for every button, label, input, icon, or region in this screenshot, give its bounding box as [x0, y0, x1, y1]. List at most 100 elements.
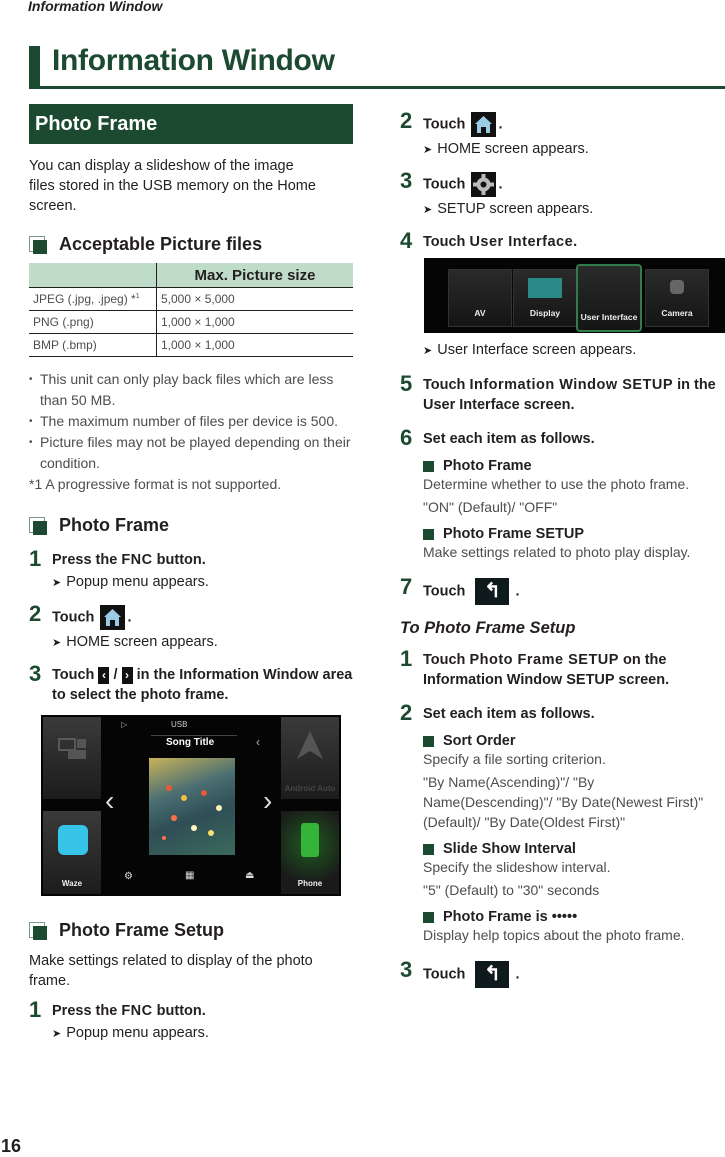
- back-icon[interactable]: ↰: [475, 578, 510, 605]
- setup-tile-user-interface[interactable]: User Interface: [576, 264, 642, 332]
- divider: [151, 735, 237, 736]
- bullet-square-icon: [423, 843, 434, 855]
- eject-icon[interactable]: ⏏: [245, 870, 254, 881]
- tile-apps[interactable]: [43, 717, 101, 799]
- step-number: 1: [400, 646, 413, 671]
- step-number: 3: [29, 661, 42, 686]
- title-accent-bar: [29, 46, 40, 86]
- format-cell: JPEG (.jpg, .jpeg) *1: [29, 287, 157, 311]
- result-arrow-icon: ➤: [423, 345, 433, 357]
- step-2: 2 Set each item as follows. Sort Order S…: [400, 700, 725, 945]
- info-window-setup-key-label: Information Window SETUP: [469, 377, 674, 393]
- next-arrow-icon[interactable]: ›: [121, 666, 133, 684]
- step-result: ➤ Popup menu appears.: [52, 574, 209, 590]
- setting-description: Determine whether to use the photo frame…: [423, 476, 690, 492]
- step-result: ➤ SETUP screen appears.: [423, 201, 594, 217]
- setting-item: Sort Order Specify a file sorting criter…: [423, 733, 725, 832]
- prev-arrow-button[interactable]: ‹: [105, 785, 114, 817]
- heading-text: Photo Frame Setup: [59, 920, 225, 940]
- tile-waze[interactable]: Waze: [43, 811, 101, 894]
- setting-options: "ON" (Default)/ "OFF": [423, 499, 558, 515]
- next-arrow-button[interactable]: ›: [263, 785, 272, 817]
- setting-options: "By Name(Ascending)"/ "By Name(Descendin…: [423, 774, 704, 830]
- source-label: USB: [171, 720, 188, 729]
- step-number: 2: [400, 108, 413, 133]
- setting-title: Photo Frame SETUP: [443, 526, 584, 542]
- app-grid-icon[interactable]: ▦: [185, 870, 194, 881]
- play-icon: ▷: [121, 720, 128, 729]
- tile-label: Android Auto: [284, 784, 336, 793]
- home-icon[interactable]: [471, 112, 497, 137]
- bullet-square-icon: [423, 460, 434, 472]
- prev-arrow-icon[interactable]: ‹: [98, 666, 110, 684]
- setting-options: "5" (Default) to "30" seconds: [423, 882, 600, 898]
- table-header-row: Max. Picture size: [29, 263, 353, 288]
- note-item: This unit can only play back files which…: [29, 369, 353, 411]
- setting-title: Photo Frame is •••••: [443, 909, 578, 925]
- section-square-icon: [29, 516, 47, 535]
- setup-tile-display[interactable]: Display: [513, 269, 577, 327]
- page-title: Information Window: [52, 44, 335, 77]
- tile-phone[interactable]: Phone: [281, 811, 339, 894]
- note-item: Picture files may not be played dependin…: [29, 432, 353, 474]
- step-number: 6: [400, 425, 413, 450]
- step-3: 3 Touch . ➤ SETUP screen appears.: [400, 168, 725, 220]
- setting-title: Sort Order: [443, 733, 516, 749]
- heading-text: Photo Frame: [59, 515, 170, 535]
- heading-photo-frame: Photo Frame: [29, 515, 353, 536]
- step-number: 1: [29, 997, 42, 1022]
- format-cell: BMP (.bmp): [29, 333, 157, 357]
- step-1: 1 Press the FNC button. ➤ Popup menu appe…: [29, 546, 353, 593]
- intro-text: You can display a slideshow of the image…: [29, 158, 316, 214]
- settings-gear-icon[interactable]: ⚙: [124, 871, 133, 882]
- waze-icon: [58, 825, 88, 855]
- photo-frame-image: [149, 758, 235, 855]
- result-arrow-icon: ➤: [423, 144, 433, 156]
- phone-icon: [301, 823, 319, 857]
- step-1: 1 Touch Photo Frame SETUP on the Informa…: [400, 646, 670, 688]
- section-square-icon: [29, 235, 47, 254]
- fnc-key-label: FNC: [121, 552, 153, 568]
- collapse-icon[interactable]: ‹: [256, 735, 260, 749]
- user-interface-key-label: User Interface: [469, 234, 574, 250]
- step-1: 1 Press the FNC button. ➤ Popup menu appe…: [29, 997, 353, 1044]
- step-3: 3 Touch ↰.: [400, 957, 725, 988]
- setting-item: Slide Show Interval Specify the slidesho…: [423, 841, 725, 900]
- footnote: *1 A progressive format is not supported…: [29, 476, 282, 492]
- table-header-max-size: Max. Picture size: [156, 263, 353, 288]
- heading-photo-frame-setup: Photo Frame Setup: [29, 920, 353, 941]
- back-icon[interactable]: ↰: [475, 961, 510, 988]
- step-number: 2: [400, 700, 413, 725]
- photo-frame-setup-key-label: Photo Frame SETUP: [469, 652, 619, 668]
- home-icon[interactable]: [100, 605, 126, 630]
- step-3: 3 Touch ‹ / › in the Information Window …: [29, 661, 353, 703]
- fnc-key-label: FNC: [121, 1003, 153, 1019]
- gear-icon[interactable]: [471, 172, 497, 197]
- result-arrow-icon: ➤: [52, 577, 62, 589]
- setup-tile-av[interactable]: AV: [448, 269, 512, 327]
- step-result: ➤ HOME screen appears.: [52, 634, 218, 650]
- notes-list: This unit can only play back files which…: [29, 369, 353, 474]
- size-cell: 5,000 × 5,000: [156, 287, 353, 311]
- setup-tile-camera[interactable]: Camera: [645, 269, 709, 327]
- song-title: Song Title: [166, 737, 215, 748]
- setting-title: Photo Frame: [443, 458, 532, 474]
- heading-text: Acceptable Picture files: [59, 234, 263, 254]
- step-number: 1: [29, 546, 42, 571]
- result-arrow-icon: ➤: [52, 637, 62, 649]
- step-7: 7 Touch ↰.: [400, 574, 725, 605]
- setting-item: Photo Frame SETUP Make settings related …: [423, 526, 725, 562]
- page-number: 16: [1, 1136, 22, 1156]
- right-column: 2 Touch . ➤ HOME screen appears. 3 Touch …: [400, 104, 725, 988]
- setting-description: Specify the slideshow interval.: [423, 859, 611, 875]
- size-cell: 1,000 × 1,000: [156, 333, 353, 357]
- bullet-square-icon: [423, 911, 434, 923]
- step-result: ➤ HOME screen appears.: [423, 141, 589, 157]
- setup-intro: Make settings related to display of the …: [29, 953, 313, 989]
- setting-title: Slide Show Interval: [443, 841, 576, 857]
- page-title-block: Information Window: [29, 44, 725, 89]
- step-number: 7: [400, 574, 413, 599]
- tile-android-auto[interactable]: Android Auto: [281, 717, 339, 799]
- setting-description: Make settings related to photo play disp…: [423, 544, 691, 560]
- step-number: 3: [400, 168, 413, 193]
